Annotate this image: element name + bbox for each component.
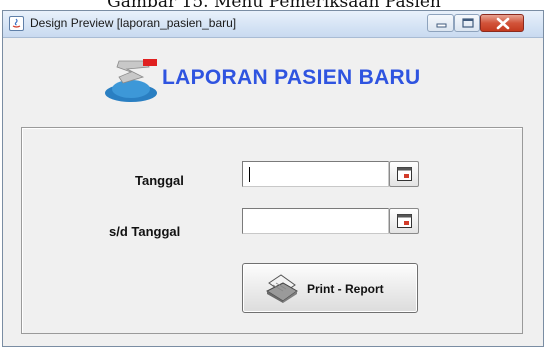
java-app-icon	[9, 16, 24, 31]
printer-icon	[265, 274, 298, 303]
sd-tanggal-label: s/d Tanggal	[109, 224, 181, 239]
close-icon	[496, 17, 510, 30]
sd-tanggal-input[interactable]	[242, 208, 389, 234]
print-report-button[interactable]: Print - Report	[242, 263, 418, 313]
tanggal-calendar-button[interactable]	[389, 161, 419, 187]
close-button[interactable]	[480, 14, 524, 32]
title-bar[interactable]: Design Preview [laporan_pasien_baru]	[3, 11, 543, 38]
window-title: Design Preview [laporan_pasien_baru]	[30, 16, 237, 30]
minimize-button[interactable]	[427, 14, 454, 32]
minimize-icon	[436, 23, 447, 28]
tanggal-input[interactable]	[242, 161, 389, 187]
report-dialog-window: Design Preview [laporan_pasien_baru] LAP…	[2, 10, 544, 347]
maximize-button[interactable]	[454, 14, 480, 32]
text-caret	[249, 167, 250, 182]
calendar-icon	[397, 167, 412, 181]
print-report-label: Print - Report	[307, 282, 384, 296]
calendar-icon	[397, 214, 412, 228]
tanggal-label: Tanggal	[135, 173, 184, 188]
sd-tanggal-calendar-button[interactable]	[389, 208, 419, 234]
page-title: LAPORAN PASIEN BARU	[162, 66, 421, 89]
maximize-icon	[462, 18, 474, 28]
report-user-icon	[105, 59, 157, 102]
